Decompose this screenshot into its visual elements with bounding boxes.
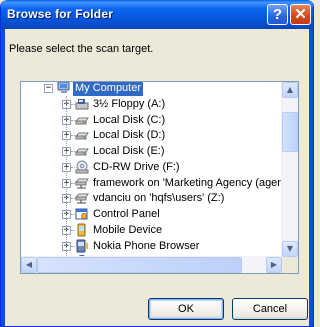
window-frame-right [309,29,313,326]
collapse-toggle[interactable]: − [44,84,53,93]
tree-connector [71,135,75,137]
title-bar[interactable]: Browse for Folder ? ✕ [1,0,313,29]
folder-tree[interactable]: − My Computer +3½ Floppy (A:) + Local Disk (… [20,81,299,274]
instruction-text: Please select the scan target. [9,43,154,55]
tree-item[interactable]: + Local Disk (D:) [21,127,281,143]
scrollbar-corner [282,257,298,273]
tree-connector [71,166,75,168]
vertical-scroll-thumb[interactable] [282,112,298,152]
tree-root-item[interactable]: − My Computer [21,82,281,96]
cd-drive-icon [75,160,89,174]
hard-disk-icon [74,144,89,158]
tree-item[interactable]: + Local Disk (C:) [21,112,281,128]
floppy-drive-icon [75,97,89,111]
phone-icon [75,239,89,253]
tree-item-label: Local Disk (E:) [93,145,165,157]
tree-connector [71,103,75,105]
tree-item[interactable]: + Nokia Phone Browser [21,238,281,254]
tree-item-label: framework on 'Marketing Agency (agenc [93,176,289,189]
tree-item-label: My Computer [73,82,144,96]
tree-item-label: 3½ Floppy (A:) [93,97,166,110]
mobile-device-icon [75,223,89,237]
tree-connector [71,119,75,121]
ok-button[interactable]: OK [148,298,224,320]
tree-item[interactable]: + CD-RW Drive (F:) [21,159,281,175]
tree-connector [71,245,75,247]
window-frame-left [1,29,5,326]
network-drive-icon [74,191,89,205]
scroll-up-button[interactable]: ▲ [282,82,298,98]
tree-item[interactable]: + Local Disk (E:) [21,143,281,159]
tree-connector [71,198,75,200]
tree-item[interactable]: + Control Panel [21,206,281,222]
hard-disk-icon [74,113,89,127]
vertical-scrollbar[interactable]: ▲ ▼ [281,82,298,257]
horizontal-scrollbar[interactable]: ◀ ▶ [21,256,282,273]
help-button[interactable]: ? [267,4,288,25]
control-panel-icon [75,207,89,221]
tree-connector [71,182,75,184]
tree-item[interactable]: + vdanciu on 'hqfs\users' (Z:) [21,190,281,206]
tree-item-label: Local Disk (D:) [93,129,166,142]
tree-item[interactable]: + framework on 'Marketing Agency (agenc [21,175,289,191]
horizontal-scroll-thumb[interactable] [37,257,242,273]
computer-icon [57,82,71,95]
browse-for-folder-dialog: Browse for Folder ? ✕ Please select the … [0,0,314,327]
tree-item-label: Local Disk (C:) [93,113,166,126]
tree-connector [71,214,75,215]
tree-connector [71,151,75,152]
hard-disk-icon [74,128,89,142]
window-title: Browse for Folder [7,7,114,21]
network-drive-icon [74,176,89,190]
tree-item-label: Nokia Phone Browser [93,239,200,252]
tree-guide-line [66,96,67,272]
close-button[interactable]: ✕ [290,4,311,25]
tree-item-label: vdanciu on 'hqfs\users' (Z:) [93,192,225,205]
scroll-down-button[interactable]: ▼ [282,241,298,257]
cancel-button[interactable]: Cancel [232,298,308,320]
tree-item-label: Mobile Device [93,223,163,236]
tree-connector [71,229,75,231]
tree-item[interactable]: +3½ Floppy (A:) [21,96,281,112]
tree-item[interactable]: + Mobile Device [21,222,281,238]
tree-item-label: CD-RW Drive (F:) [93,160,180,173]
tree-item-label: Control Panel [93,208,160,220]
scroll-right-button[interactable]: ▶ [266,257,282,273]
scroll-left-button[interactable]: ◀ [21,257,37,273]
